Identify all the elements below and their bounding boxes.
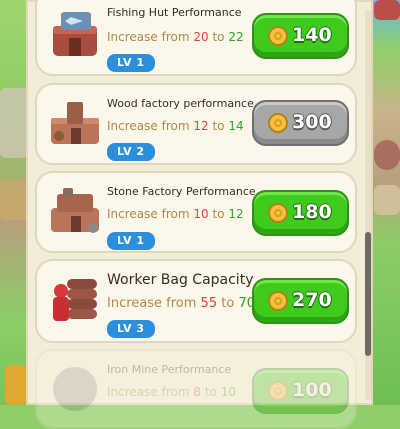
coin-icon xyxy=(268,381,288,401)
road-tile xyxy=(374,185,400,215)
buy-button-worker-bag[interactable]: 270 xyxy=(252,278,349,324)
coin-icon xyxy=(268,113,288,133)
level-badge: LV 1 xyxy=(107,232,155,250)
price-label: 270 xyxy=(292,289,332,311)
coin-icon xyxy=(268,203,288,223)
price-label: 300 xyxy=(292,111,332,133)
level-badge: LV 1 xyxy=(107,54,155,72)
building-wall xyxy=(5,365,27,405)
buy-button-fishing-hut[interactable]: 140 xyxy=(252,13,349,59)
card-title: Stone Factory Performance xyxy=(107,185,256,198)
price-label: 140 xyxy=(292,24,332,46)
level-badge: LV 3 xyxy=(107,320,155,338)
wood-factory-icon xyxy=(51,102,99,144)
buy-button-wood-factory[interactable]: 300 xyxy=(252,100,349,146)
upgrade-card-fishing-hut: Fishing Hut Performance Increase from 20… xyxy=(35,0,357,76)
card-increase: Increase from 20 to 22 xyxy=(107,30,244,44)
card-increase: Increase from 12 to 14 xyxy=(107,119,244,133)
stone-factory-icon xyxy=(51,188,99,233)
upgrade-card-stone-factory: Stone Factory Performance Increase from … xyxy=(35,171,357,253)
coin-icon xyxy=(268,26,288,46)
price-label: 180 xyxy=(292,201,332,223)
iron-mine-icon xyxy=(53,367,97,411)
card-title: Fishing Hut Performance xyxy=(107,6,242,19)
card-title: Worker Bag Capacity xyxy=(107,272,254,288)
stone-pile xyxy=(374,140,400,170)
upgrade-card-iron-mine: Iron Mine Performance Increase from 8 to… xyxy=(35,349,357,429)
card-increase: Increase from 10 to 12 xyxy=(107,207,244,221)
fishing-hut-icon xyxy=(53,12,97,56)
worker-bag-icon xyxy=(53,279,97,321)
buy-button-iron-mine[interactable]: 100 xyxy=(252,368,349,414)
coin-icon xyxy=(268,291,288,311)
price-label: 100 xyxy=(292,379,332,401)
tree-decor xyxy=(374,0,400,20)
card-increase: Increase from 8 to 10 xyxy=(107,385,236,399)
card-title: Iron Mine Performance xyxy=(107,363,232,376)
buy-button-stone-factory[interactable]: 180 xyxy=(252,190,349,236)
card-increase: Increase from 55 to 70 xyxy=(107,296,255,311)
card-title: Wood factory performance xyxy=(107,97,254,110)
upgrade-card-worker-bag: Worker Bag Capacity Increase from 55 to … xyxy=(35,259,357,343)
upgrade-card-wood-factory: Wood factory performance Increase from 1… xyxy=(35,83,357,165)
level-badge: LV 2 xyxy=(107,143,155,161)
scroll-thumb[interactable] xyxy=(365,232,371,356)
road-tile xyxy=(0,88,28,158)
